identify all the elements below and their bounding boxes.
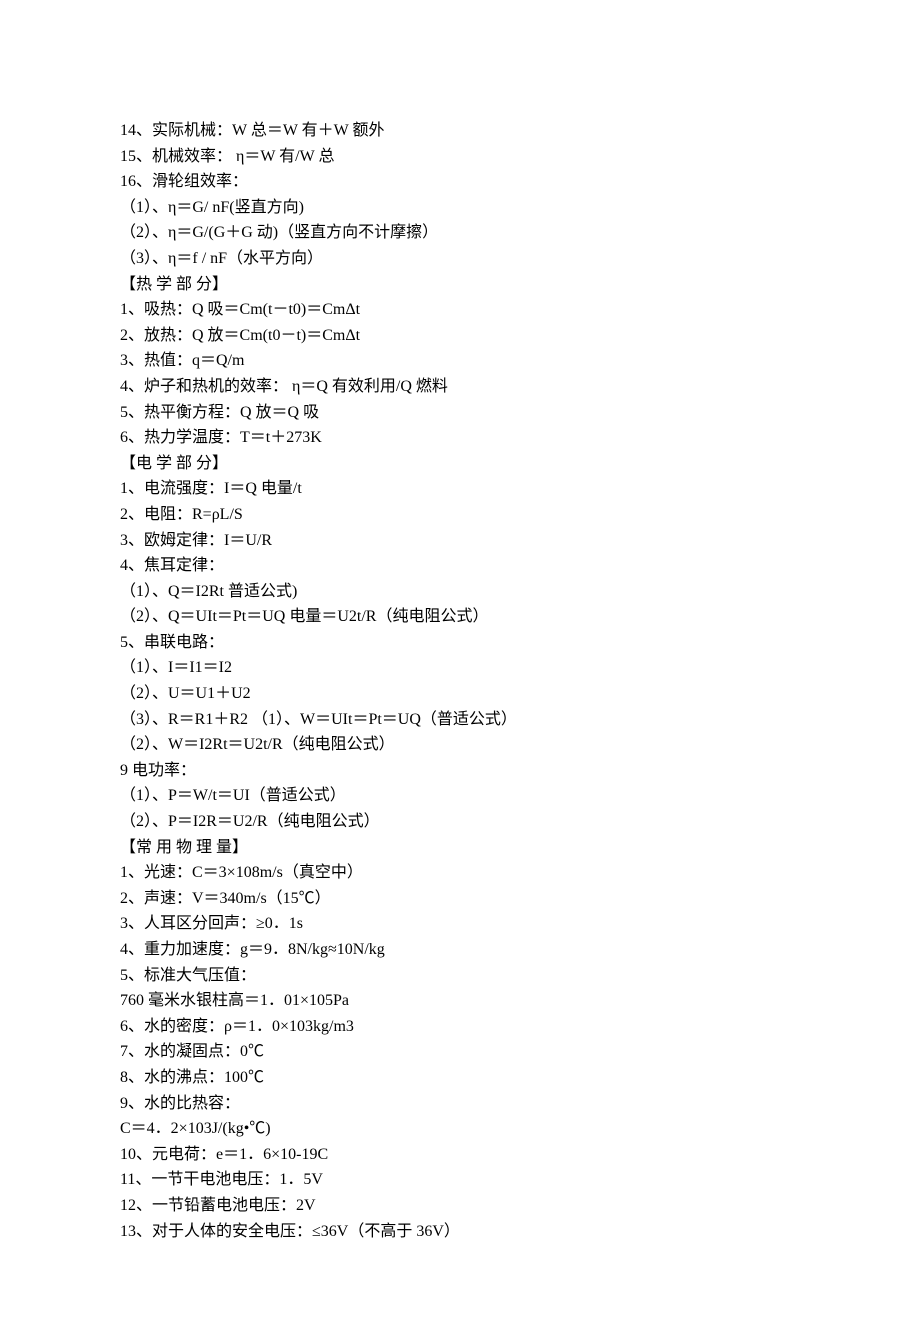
- text-line: （2）、P＝I2R＝U2/R（纯电阻公式）: [120, 809, 800, 835]
- text-line: 5、热平衡方程：Q 放＝Q 吸: [120, 400, 800, 426]
- text-line: 14、实际机械：W 总＝W 有＋W 额外: [120, 118, 800, 144]
- text-line: 3、人耳区分回声：≥0．1s: [120, 911, 800, 937]
- document-page: 14、实际机械：W 总＝W 有＋W 额外 15、机械效率： η＝W 有/W 总 …: [0, 0, 920, 1344]
- text-line: 16、滑轮组效率：: [120, 169, 800, 195]
- text-line: 7、水的凝固点：0℃: [120, 1039, 800, 1065]
- text-line: 3、欧姆定律：I＝U/R: [120, 528, 800, 554]
- section-heading: 【热 学 部 分】: [120, 272, 800, 298]
- text-line: （2）、U＝U1＋U2: [120, 681, 800, 707]
- section-heading: 【常 用 物 理 量】: [120, 835, 800, 861]
- text-line: （1）、Q＝I2Rt 普适公式): [120, 579, 800, 605]
- text-line: 1、电流强度：I＝Q 电量/t: [120, 476, 800, 502]
- text-line: 3、热值：q＝Q/m: [120, 348, 800, 374]
- text-line: （1）、I＝I1＝I2: [120, 655, 800, 681]
- text-line: （3）、η＝f / nF（水平方向）: [120, 246, 800, 272]
- text-line: （2）、η＝G/(G＋G 动)（竖直方向不计摩擦）: [120, 220, 800, 246]
- text-line: 9、水的比热容：: [120, 1091, 800, 1117]
- section-heading: 【电 学 部 分】: [120, 451, 800, 477]
- text-line: 10、元电荷：e＝1．6×10-19C: [120, 1142, 800, 1168]
- text-line: （2）、W＝I2Rt＝U2t/R（纯电阻公式）: [120, 732, 800, 758]
- text-line: （1）、η＝G/ nF(竖直方向): [120, 195, 800, 221]
- text-line: 15、机械效率： η＝W 有/W 总: [120, 144, 800, 170]
- text-line: 2、电阻：R=ρL/S: [120, 502, 800, 528]
- text-line: 12、一节铅蓄电池电压：2V: [120, 1193, 800, 1219]
- text-line: 9 电功率：: [120, 758, 800, 784]
- text-line: C＝4．2×103J/(kg•℃): [120, 1116, 800, 1142]
- text-line: 5、标准大气压值：: [120, 963, 800, 989]
- text-line: （2）、Q＝UIt＝Pt＝UQ 电量＝U2t/R（纯电阻公式）: [120, 604, 800, 630]
- text-line: 2、放热：Q 放＝Cm(t0－t)＝CmΔt: [120, 323, 800, 349]
- text-line: 760 毫米水银柱高＝1．01×105Pa: [120, 988, 800, 1014]
- text-line: 4、重力加速度：g＝9．8N/kg≈10N/kg: [120, 937, 800, 963]
- text-line: 8、水的沸点：100℃: [120, 1065, 800, 1091]
- text-line: 1、吸热：Q 吸＝Cm(t－t0)＝CmΔt: [120, 297, 800, 323]
- text-line: 11、一节干电池电压：1．5V: [120, 1167, 800, 1193]
- text-line: 2、声速：V＝340m/s（15℃）: [120, 886, 800, 912]
- text-line: 4、炉子和热机的效率： η＝Q 有效利用/Q 燃料: [120, 374, 800, 400]
- text-line: 5、串联电路：: [120, 630, 800, 656]
- text-line: 4、焦耳定律：: [120, 553, 800, 579]
- text-line: 6、水的密度：ρ＝1．0×103kg/m3: [120, 1014, 800, 1040]
- text-line: 13、对于人体的安全电压：≤36V（不高于 36V）: [120, 1219, 800, 1245]
- text-line: 1、光速：C＝3×108m/s（真空中）: [120, 860, 800, 886]
- text-line: （3）、R＝R1＋R2 （1）、W＝UIt＝Pt＝UQ（普适公式）: [120, 707, 800, 733]
- text-line: （1）、P＝W/t＝UI（普适公式）: [120, 783, 800, 809]
- text-line: 6、热力学温度：T＝t＋273K: [120, 425, 800, 451]
